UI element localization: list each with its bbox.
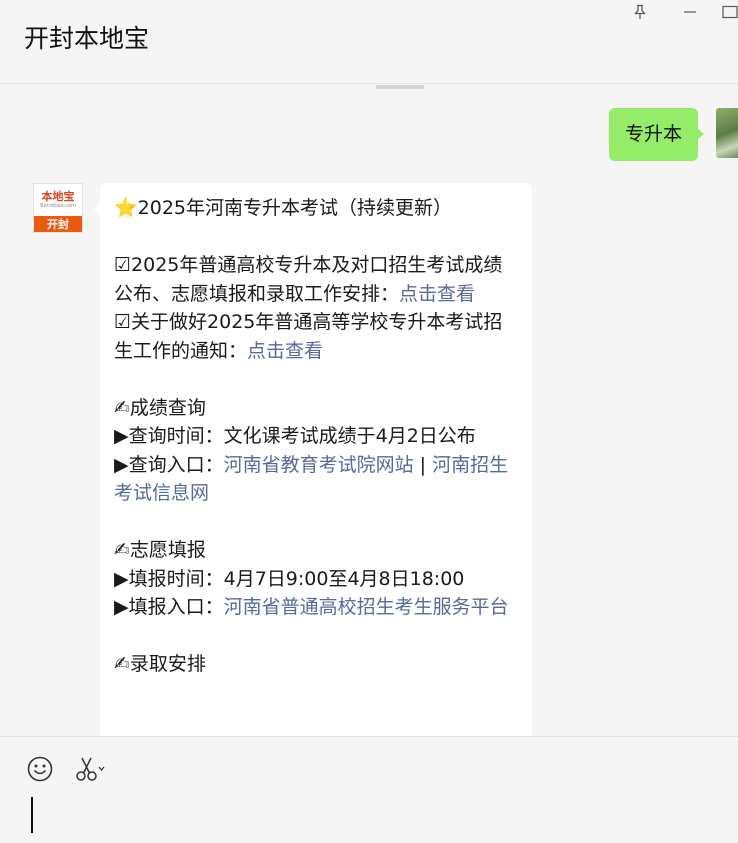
message-list[interactable]: 专升本 本地宝 Bendibao.com 开封 ⭐2025年河南专升本考试（持续… [0,85,738,736]
emoji-icon[interactable] [26,755,54,783]
avatar-logo-text: 本地宝 [41,190,75,203]
message-line: ☑2025年普通高校专升本及对口招生考试成绩公布、志愿填报和录取工作安排：点击查… [114,251,518,308]
message-text: ✍成绩查询 [114,396,206,419]
message-line: ☑关于做好2025年普通高等学校专升本考试招生工作的通知：点击查看 [114,308,518,365]
scissors-icon[interactable] [74,755,106,783]
message-line: ✍成绩查询 [114,394,518,423]
message-input[interactable] [26,793,716,837]
message-text: ✍录取安排 [114,653,206,675]
contact-avatar[interactable]: 本地宝 Bendibao.com 开封 [33,183,83,233]
message-text: ▶填报时间：4月7日9:00至4月8日18:00 [114,567,465,590]
message-line: ✍志愿填报 [114,536,518,565]
message-line: ▶填报时间：4月7日9:00至4月8日18:00 [114,565,518,594]
message-text: ▶查询时间：文化课考试成绩于4月2日公布 [114,425,476,447]
text-caret [31,797,33,833]
message-line: ▶查询时间：文化课考试成绩于4月2日公布 [114,422,518,451]
message-line: ▶填报入口：河南省普通高校招生考生服务平台 [114,593,518,622]
pin-icon[interactable] [625,0,655,24]
message-link[interactable]: 河南省普通高校招生考生服务平台 [224,596,509,618]
message-line: ⭐2025年河南专升本考试（持续更新） [114,194,518,223]
title-bar: 开封本地宝 [0,0,738,84]
message-link[interactable]: 河南省教育考试院网站 [224,454,414,476]
my-avatar[interactable] [716,108,738,158]
message-text: ⭐2025年河南专升本考试（持续更新） [114,197,453,219]
avatar-city-label: 开封 [34,216,82,232]
outgoing-message-bubble[interactable]: 专升本 [609,108,705,161]
message-text: ▶填报入口： [114,596,224,618]
incoming-message-bubble[interactable]: ⭐2025年河南专升本考试（持续更新） ☑2025年普通高校专升本及对口招生考试成… [94,183,532,736]
chat-window: 开封本地宝 专升本 本地宝 Bendibao.com 开封 ⭐2025年河南专升… [0,0,738,843]
message-line: ▶查询入口：河南省教育考试院网站 | 河南招生考试信息网 [114,451,518,508]
message-text: ▶查询入口： [114,453,224,476]
message-link[interactable]: 点击查看 [399,283,475,305]
maximize-icon[interactable] [721,0,738,24]
message-line: ✍录取安排 [114,650,518,679]
message-text: | [413,453,433,476]
message-text: ✍志愿填报 [114,539,206,561]
scroll-indicator[interactable] [376,85,424,89]
input-area [0,736,738,843]
minimize-icon[interactable] [675,0,705,24]
message-link[interactable]: 点击查看 [247,340,323,362]
chat-title: 开封本地宝 [24,24,150,53]
avatar-logo-sub: Bendibao.com [40,203,76,209]
